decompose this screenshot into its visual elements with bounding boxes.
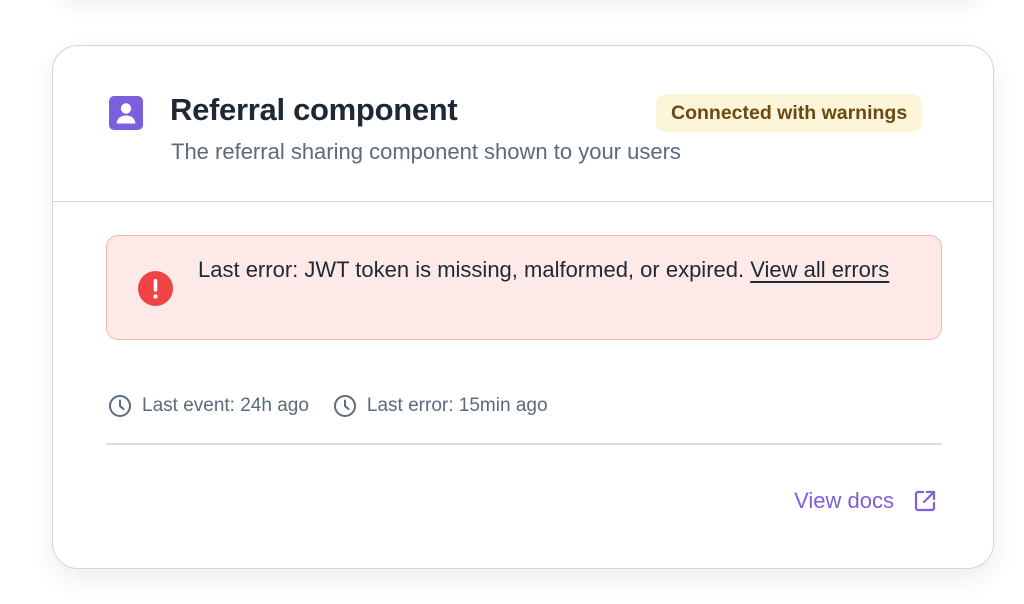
status-badge: Connected with warnings	[656, 94, 923, 132]
footer-divider	[106, 443, 942, 445]
view-docs-label: View docs	[794, 488, 894, 513]
error-message-text: Last error: JWT token is missing, malfor…	[198, 257, 745, 282]
referral-component-card: Referral component The referral sharing …	[52, 45, 994, 569]
clock-icon	[109, 395, 131, 417]
page: Referral component The referral sharing …	[0, 0, 1024, 604]
external-link-icon	[914, 490, 936, 512]
card-header: Referral component The referral sharing …	[53, 46, 993, 202]
view-docs-link[interactable]: View docs	[794, 485, 938, 517]
view-all-errors-link[interactable]: View all errors	[750, 257, 889, 282]
card-subtitle: The referral sharing component shown to …	[171, 139, 681, 164]
error-banner: Last error: JWT token is missing, malfor…	[106, 235, 942, 340]
clock-icon	[333, 395, 356, 417]
last-event-meta: Last event: 24h ago	[108, 394, 309, 418]
error-message: Last error: JWT token is missing, malfor…	[198, 251, 918, 289]
last-event-text: Last event: 24h ago	[142, 395, 309, 416]
card-title: Referral component	[170, 92, 458, 127]
activity-meta: Last event: 24h ago Last error: 15min ag…	[108, 392, 572, 420]
alert-circle-icon	[138, 271, 173, 306]
user-profile-icon	[109, 96, 143, 130]
last-error-text: Last error: 15min ago	[366, 395, 548, 416]
last-error-meta: Last error: 15min ago	[333, 394, 548, 418]
